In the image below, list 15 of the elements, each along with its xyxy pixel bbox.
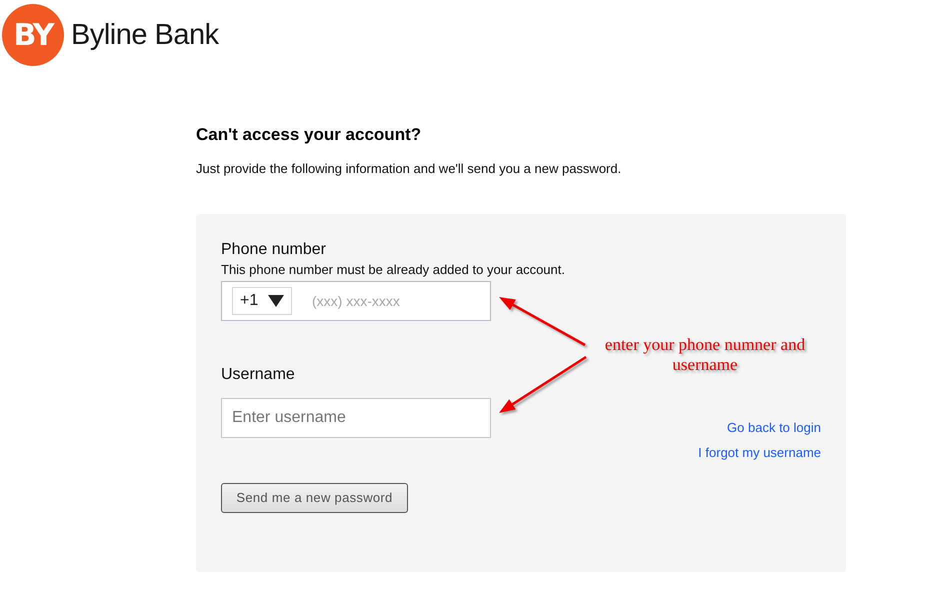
annotation-text: enter your phone numner and username (604, 335, 806, 375)
send-password-button[interactable]: Send me a new password (221, 483, 408, 513)
field-hint: This phone number must be already added to your account. (221, 262, 565, 278)
text-link[interactable]: I forgot my username (698, 445, 821, 461)
field-label: Phone number (221, 241, 326, 259)
page-heading: Can't access your account? (196, 124, 422, 146)
username-field[interactable]: Enter username (221, 398, 491, 438)
intro-text: Just provide the following information and we'll send you a new password. (196, 161, 622, 177)
logo-wordmark: Byline Bank (71, 18, 219, 52)
country-code-select[interactable]: +1 (232, 287, 292, 315)
caret-icon (268, 295, 284, 307)
logo-mark: BY (2, 4, 64, 66)
text-link[interactable]: Go back to login (727, 420, 821, 436)
field-label: Username (221, 366, 295, 384)
phone-field[interactable]: +1 (xxx) xxx-xxxx (221, 281, 491, 321)
